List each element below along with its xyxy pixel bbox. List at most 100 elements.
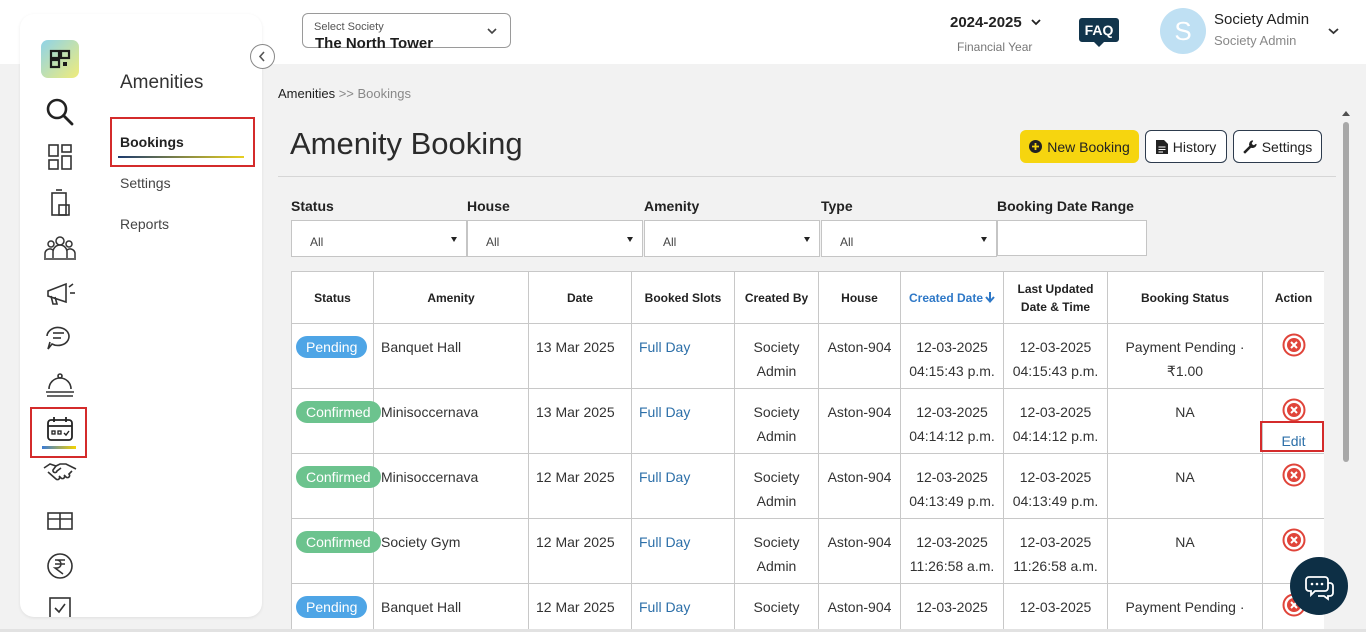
collapse-sidebar-button[interactable] (250, 44, 275, 69)
sidebar: Amenities Bookings Settings Reports (20, 14, 262, 617)
chevron-down-icon (487, 28, 497, 35)
col-amenity[interactable]: Amenity (373, 271, 529, 324)
society-select[interactable]: Select Society The North Tower (302, 13, 511, 52)
cancel-icon[interactable] (1282, 463, 1306, 487)
app-logo[interactable] (41, 40, 79, 78)
updated-time: 04:15:43 p.m. (1012, 363, 1099, 379)
handshake-icon[interactable] (42, 454, 78, 490)
booked-slots-link[interactable]: Full Day (639, 339, 690, 355)
status-badge: Pending (296, 336, 368, 358)
sidebar-item-settings[interactable]: Settings (120, 175, 171, 191)
cell-booked-slots: Full Day (631, 453, 735, 519)
cell-created-date: 12-03-2025 04:14:12 p.m. (900, 388, 1004, 454)
booked-slots-link[interactable]: Full Day (639, 404, 690, 420)
dashboard-icon[interactable] (42, 139, 78, 175)
cell-house: Aston-904 (818, 518, 901, 584)
cell-date: 12 Mar 2025 (528, 453, 632, 519)
booking-status-text: NA (1175, 404, 1195, 420)
caret-down-icon (627, 237, 633, 242)
type-select[interactable]: All (821, 220, 997, 257)
cell-created-date: 12-03-2025 04:13:49 p.m. (900, 453, 1004, 519)
avatar[interactable]: S (1160, 8, 1206, 54)
booking-status-text: Payment Pending · (1125, 339, 1245, 355)
status-select[interactable]: All (291, 220, 467, 257)
cell-date: 13 Mar 2025 (528, 323, 632, 389)
cell-booked-slots: Full Day (631, 518, 735, 584)
created-date: 12-03-2025 (916, 534, 988, 550)
created-time: 04:15:43 p.m. (909, 363, 995, 379)
cell-created-date: 12-03-2025 (900, 583, 1004, 632)
plus-circle-icon (1029, 140, 1043, 153)
scroll-up-icon (1342, 111, 1350, 116)
col-booking-status[interactable]: Booking Status (1107, 271, 1263, 324)
amenity-select-value: All (663, 235, 677, 249)
cell-booking-status: NA (1107, 388, 1263, 454)
booked-slots-link[interactable]: Full Day (639, 534, 690, 550)
cell-created-date: 12-03-2025 11:26:58 a.m. (900, 518, 1004, 584)
cell-house: Aston-904 (818, 453, 901, 519)
chevron-down-icon[interactable] (1327, 26, 1340, 36)
created-date: 12-03-2025 (916, 599, 988, 615)
booking-date-range-input[interactable] (997, 220, 1147, 256)
history-button[interactable]: History (1145, 130, 1227, 163)
chevron-down-icon (1031, 19, 1041, 26)
breadcrumb-amenities[interactable]: Amenities (278, 86, 335, 101)
page-title: Amenity Booking (290, 126, 523, 161)
updated-date: 12-03-2025 (1019, 599, 1092, 615)
table-row: Pending Banquet Hall 12 Mar 2025 Full Day So… (291, 583, 1324, 632)
service-icon[interactable] (42, 367, 78, 403)
faq-label: FAQ (1084, 22, 1114, 38)
col-booked-slots[interactable]: Booked Slots (631, 271, 735, 324)
updated-date: 12-03-2025 (1019, 339, 1092, 355)
col-house[interactable]: House (818, 271, 901, 324)
col-created-by[interactable]: Created By (734, 271, 819, 324)
house-select[interactable]: All (467, 220, 643, 257)
cell-house: Aston-904 (818, 583, 901, 632)
scrollbar-thumb[interactable] (1343, 122, 1349, 462)
chat-support-button[interactable] (1290, 557, 1348, 615)
cell-date: 13 Mar 2025 (528, 388, 632, 454)
sidebar-item-reports[interactable]: Reports (120, 216, 169, 232)
faq-button[interactable]: FAQ (1079, 18, 1119, 47)
financial-year-selector[interactable]: 2024-2025 Financial Year (950, 14, 1050, 54)
cell-booked-slots: Full Day (631, 583, 735, 632)
cancel-icon[interactable] (1282, 333, 1306, 357)
sidebar-item-bookings[interactable]: Bookings (120, 134, 184, 150)
amenity-select[interactable]: All (644, 220, 820, 257)
rupee-icon[interactable] (42, 548, 78, 584)
cell-house: Aston-904 (818, 323, 901, 389)
scrollbar[interactable] (1340, 108, 1352, 608)
filter-date-range-label: Booking Date Range (997, 198, 1134, 214)
booked-slots-link[interactable]: Full Day (639, 599, 690, 615)
building-icon[interactable] (42, 185, 78, 221)
cell-booking-status: NA (1107, 453, 1263, 519)
search-icon[interactable] (42, 94, 78, 130)
col-created-date[interactable]: Created Date (900, 271, 1004, 324)
new-booking-label: New Booking (1047, 138, 1130, 155)
settings-button[interactable]: Settings (1233, 130, 1322, 163)
section-title: Amenities (120, 72, 204, 93)
col-date[interactable]: Date (528, 271, 632, 324)
created-date: 12-03-2025 (916, 469, 988, 485)
cancel-icon[interactable] (1282, 398, 1306, 422)
cell-created-date: 12-03-2025 04:15:43 p.m. (900, 323, 1004, 389)
members-icon[interactable] (42, 230, 78, 266)
cell-last-updated: 12-03-2025 (1003, 583, 1108, 632)
new-booking-button[interactable]: New Booking (1020, 130, 1139, 163)
booked-slots-link[interactable]: Full Day (639, 469, 690, 485)
gift-icon[interactable] (42, 501, 78, 537)
cell-amenity: Minisoccernava (373, 453, 529, 519)
more-icon[interactable] (42, 592, 78, 617)
col-last-updated[interactable]: Last Updated Date & Time (1003, 271, 1108, 324)
calendar-icon[interactable] (42, 412, 78, 448)
cell-created-by: Society (734, 583, 819, 632)
society-select-label: Select Society (314, 21, 384, 33)
cell-amenity: Banquet Hall (373, 323, 529, 389)
col-status[interactable]: Status (291, 271, 374, 324)
caret-down-icon (804, 237, 810, 242)
announcement-icon[interactable] (42, 276, 78, 312)
caret-down-icon (981, 237, 987, 242)
cancel-icon[interactable] (1282, 528, 1306, 552)
updated-date: 12-03-2025 (1019, 404, 1092, 420)
chat-icon[interactable] (42, 321, 78, 357)
